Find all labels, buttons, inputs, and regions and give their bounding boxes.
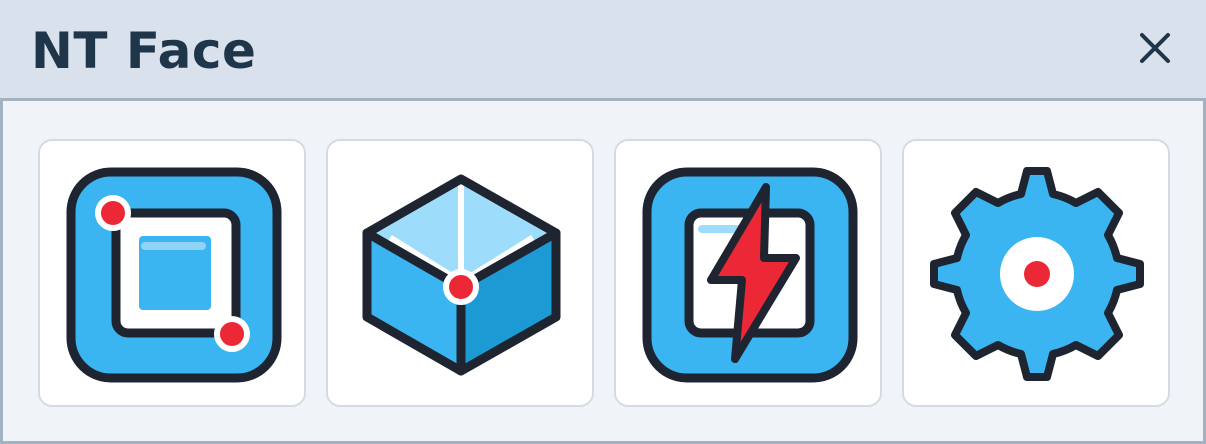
close-icon [1140,33,1170,63]
flash-icon [642,167,858,383]
crop-frame-icon [66,167,282,383]
settings-button[interactable] [902,139,1170,407]
title-bar: NT Face [0,0,1206,101]
flash-button[interactable] [614,139,882,407]
close-button[interactable] [1131,24,1179,72]
window-title: NT Face [31,22,257,80]
box-3d-button[interactable] [326,139,594,407]
gear-icon [930,167,1144,381]
nt-face-window: NT Face [0,0,1206,444]
tool-panel [0,101,1206,444]
crop-frame-button[interactable] [38,139,306,407]
box-3d-icon [362,174,561,376]
